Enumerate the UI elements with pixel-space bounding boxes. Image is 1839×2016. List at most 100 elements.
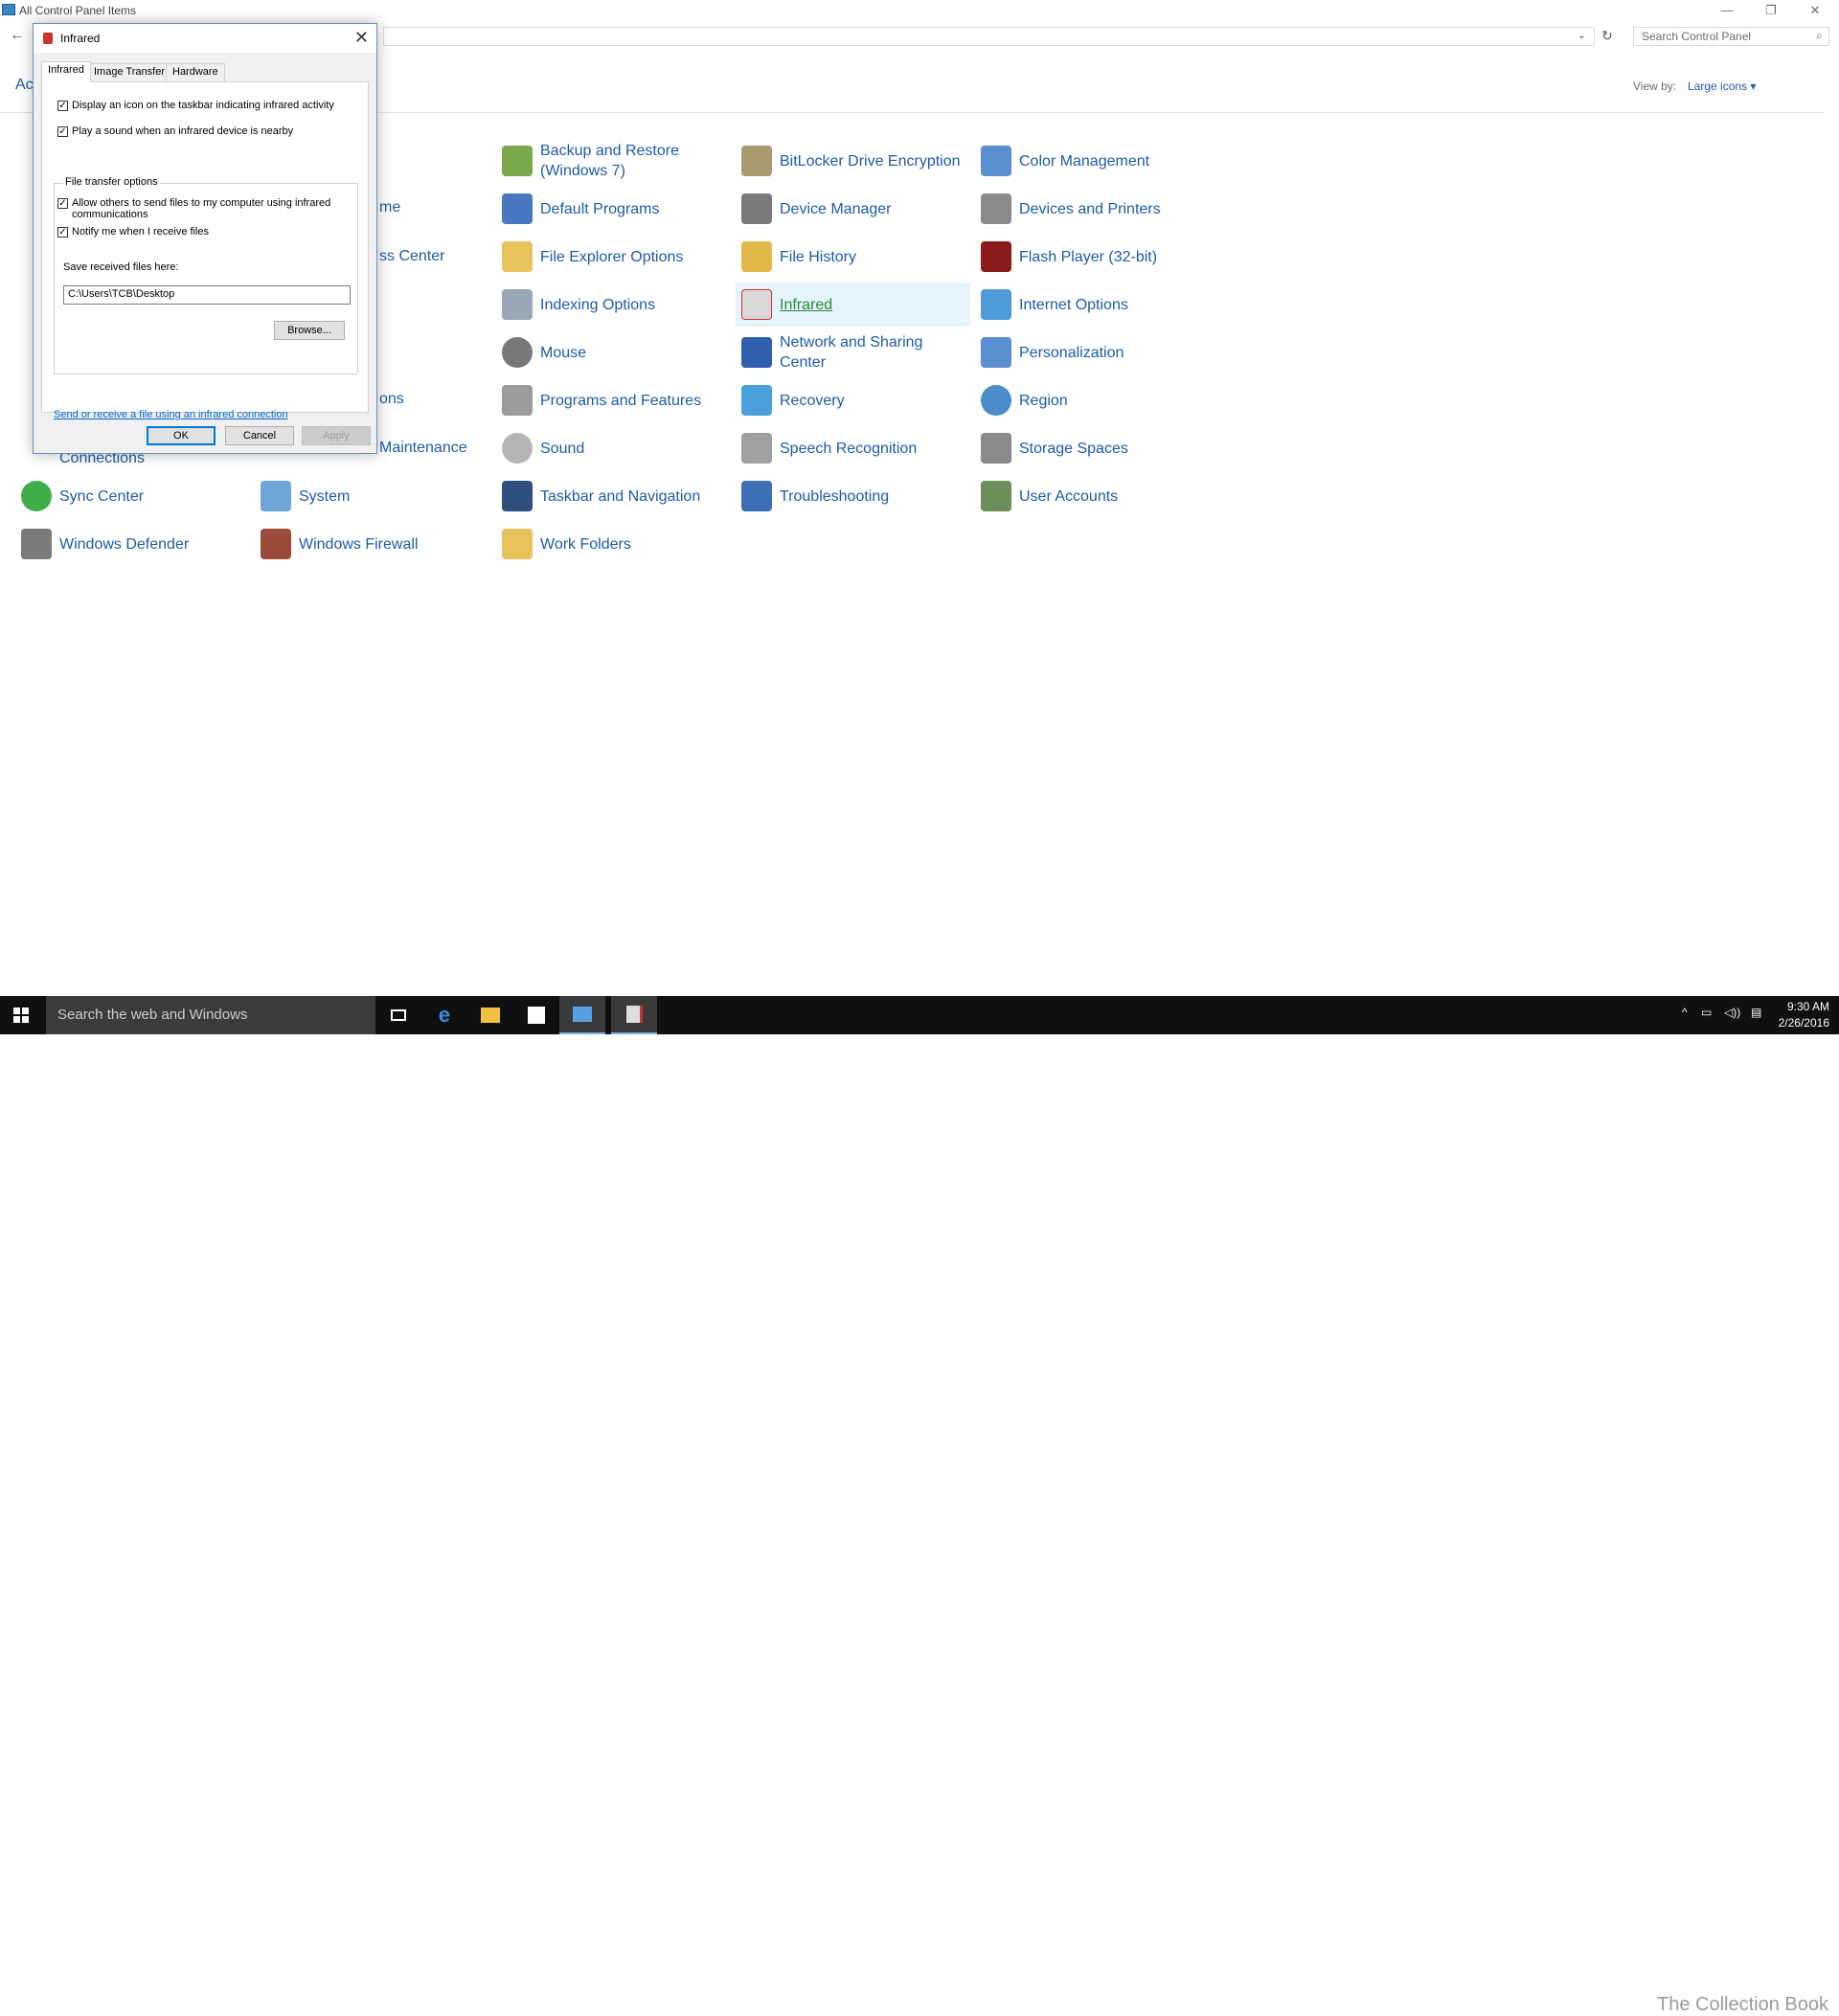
chevron-down-icon[interactable]: ⌄ [1578, 29, 1586, 41]
cp-item-label: Infrared [780, 296, 833, 313]
cp-item-infrared[interactable]: Infrared [736, 283, 970, 327]
store-icon[interactable] [513, 996, 559, 1034]
system-icon [261, 481, 291, 511]
back-arrow-icon[interactable]: ← [10, 27, 25, 44]
control-panel-icon [2, 4, 15, 15]
taskbar-search-input[interactable]: Search the web and Windows [46, 996, 375, 1034]
search-placeholder: Search Control Panel [1642, 30, 1752, 43]
task-view-icon[interactable] [375, 996, 421, 1034]
cp-item-label: Programs and Features [540, 392, 702, 409]
clock-time[interactable]: 9:30 AM [1787, 1000, 1829, 1013]
infrared-icon [741, 289, 772, 320]
partial-label-options[interactable]: ons [379, 391, 404, 408]
minimize-button[interactable]: — [1705, 0, 1749, 21]
cp-item-troubleshooting[interactable]: Troubleshooting [736, 474, 970, 518]
cp-item-backup-restore[interactable]: Backup and Restore (Windows 7) [496, 139, 731, 183]
cp-item-windows-defender[interactable]: Windows Defender [15, 522, 250, 566]
cp-item-color-management[interactable]: Color Management [975, 139, 1210, 183]
cp-item-label: Mouse [540, 344, 587, 361]
clock-date[interactable]: 2/26/2016 [1779, 1016, 1829, 1030]
troubleshooting-icon [741, 481, 772, 511]
infrared-taskbar-icon[interactable] [611, 996, 657, 1034]
device-manager-icon [741, 193, 772, 224]
search-input[interactable]: Search Control Panel ⌕ [1633, 27, 1829, 46]
cp-item-label: Flash Player (32-bit) [1019, 248, 1158, 265]
infrared-dialog: Infrared ✕ Infrared Image Transfer Hardw… [33, 23, 377, 454]
cp-item-flash-player[interactable]: Flash Player (32-bit) [975, 235, 1210, 279]
flash-icon [981, 241, 1011, 272]
action-center-icon[interactable]: ▤ [1751, 1006, 1761, 1019]
refresh-icon[interactable]: ↻ [1601, 28, 1613, 44]
play-sound-checkbox[interactable]: ✓ Play a sound when an infrared device i… [57, 125, 293, 137]
tab-image-transfer[interactable]: Image Transfer [87, 63, 171, 81]
volume-icon[interactable]: ◁)) [1724, 1006, 1740, 1019]
partial-label-home[interactable]: me [379, 199, 400, 216]
cp-item-label: Region [1019, 392, 1068, 409]
page-heading-partial: Ac [15, 77, 34, 93]
cp-item-device-manager[interactable]: Device Manager [736, 187, 970, 231]
cp-item-speech-recognition[interactable]: Speech Recognition [736, 426, 970, 470]
cp-item-sync-center[interactable]: Sync Center [15, 474, 250, 518]
cp-item-personalization[interactable]: Personalization [975, 330, 1210, 374]
tab-panel: ✓ Display an icon on the taskbar indicat… [41, 81, 369, 420]
partial-label-maintenance[interactable]: Maintenance [379, 440, 467, 457]
file-history-icon [741, 241, 772, 272]
display-icon-checkbox[interactable]: ✓ Display an icon on the taskbar indicat… [57, 100, 334, 111]
ok-button[interactable]: OK [147, 426, 216, 445]
cp-item-programs-features[interactable]: Programs and Features [496, 378, 731, 422]
file-explorer-icon[interactable] [467, 996, 513, 1034]
mouse-icon [502, 337, 533, 368]
apply-button[interactable]: Apply [302, 426, 371, 445]
indexing-icon [502, 289, 533, 320]
browse-button[interactable]: Browse... [274, 321, 345, 340]
edge-browser-icon[interactable]: e [421, 996, 467, 1034]
backup-icon [502, 146, 533, 176]
cp-item-label: Network and Sharing Center [780, 334, 923, 371]
cp-item-region[interactable]: Region [975, 378, 1210, 422]
cp-item-label: Recovery [780, 392, 845, 409]
close-icon[interactable]: ✕ [354, 28, 369, 48]
group-label: File transfer options [63, 176, 160, 188]
cp-item-network-sharing[interactable]: Network and Sharing Center [736, 330, 970, 374]
cp-item-system[interactable]: System [255, 474, 489, 518]
cp-item-default-programs[interactable]: Default Programs [496, 187, 731, 231]
cp-item-devices-printers[interactable]: Devices and Printers [975, 187, 1210, 231]
cp-item-user-accounts[interactable]: User Accounts [975, 474, 1210, 518]
cp-item-recovery[interactable]: Recovery [736, 378, 970, 422]
network-tray-icon[interactable]: ▭ [1701, 1006, 1712, 1019]
cp-item-mouse[interactable]: Mouse [496, 330, 731, 374]
send-receive-link[interactable]: Send or receive a file using an infrared… [54, 409, 288, 420]
cp-item-storage-spaces[interactable]: Storage Spaces [975, 426, 1210, 470]
save-path-input[interactable]: C:\Users\TCB\Desktop [63, 285, 351, 305]
cp-item-file-history[interactable]: File History [736, 235, 970, 279]
search-icon[interactable]: ⌕ [1816, 29, 1823, 43]
show-hidden-icons-icon[interactable]: ^ [1682, 1006, 1688, 1019]
start-windows-icon[interactable] [13, 1008, 29, 1023]
cp-item-sound[interactable]: Sound [496, 426, 731, 470]
cp-item-work-folders[interactable]: Work Folders [496, 522, 731, 566]
cp-item-windows-firewall[interactable]: Windows Firewall [255, 522, 489, 566]
cp-item-internet-options[interactable]: Internet Options [975, 283, 1210, 327]
cp-item-taskbar-navigation[interactable]: Taskbar and Navigation [496, 474, 731, 518]
cp-item-bitlocker[interactable]: BitLocker Drive Encryption [736, 139, 970, 183]
address-bar[interactable]: ⌄ [383, 27, 1595, 46]
notify-checkbox[interactable]: ✓ Notify me when I receive files [57, 226, 209, 238]
tab-hardware[interactable]: Hardware [166, 63, 225, 81]
cp-item-file-explorer-options[interactable]: File Explorer Options [496, 235, 731, 279]
cp-item-indexing-options[interactable]: Indexing Options [496, 283, 731, 327]
cancel-button[interactable]: Cancel [225, 426, 294, 445]
cp-item-label: System [299, 487, 351, 505]
checkbox-label: Allow others to send files to my compute… [72, 197, 331, 220]
close-button[interactable]: ✕ [1793, 0, 1837, 21]
partial-label-ease-center[interactable]: ss Center [379, 248, 444, 265]
view-by-dropdown[interactable]: Large icons ▾ [1688, 79, 1756, 93]
restore-button[interactable]: ❐ [1749, 0, 1793, 21]
cp-item-label: Internet Options [1019, 296, 1128, 313]
cp-item-label: Troubleshooting [780, 487, 890, 505]
taskbar-icon [502, 481, 533, 511]
cp-item-label: BitLocker Drive Encryption [780, 152, 961, 170]
sync-icon [21, 481, 52, 511]
allow-others-checkbox[interactable]: ✓ Allow others to send files to my compu… [57, 197, 335, 220]
tab-infrared[interactable]: Infrared [41, 61, 91, 82]
control-panel-taskbar-icon[interactable] [559, 996, 605, 1034]
